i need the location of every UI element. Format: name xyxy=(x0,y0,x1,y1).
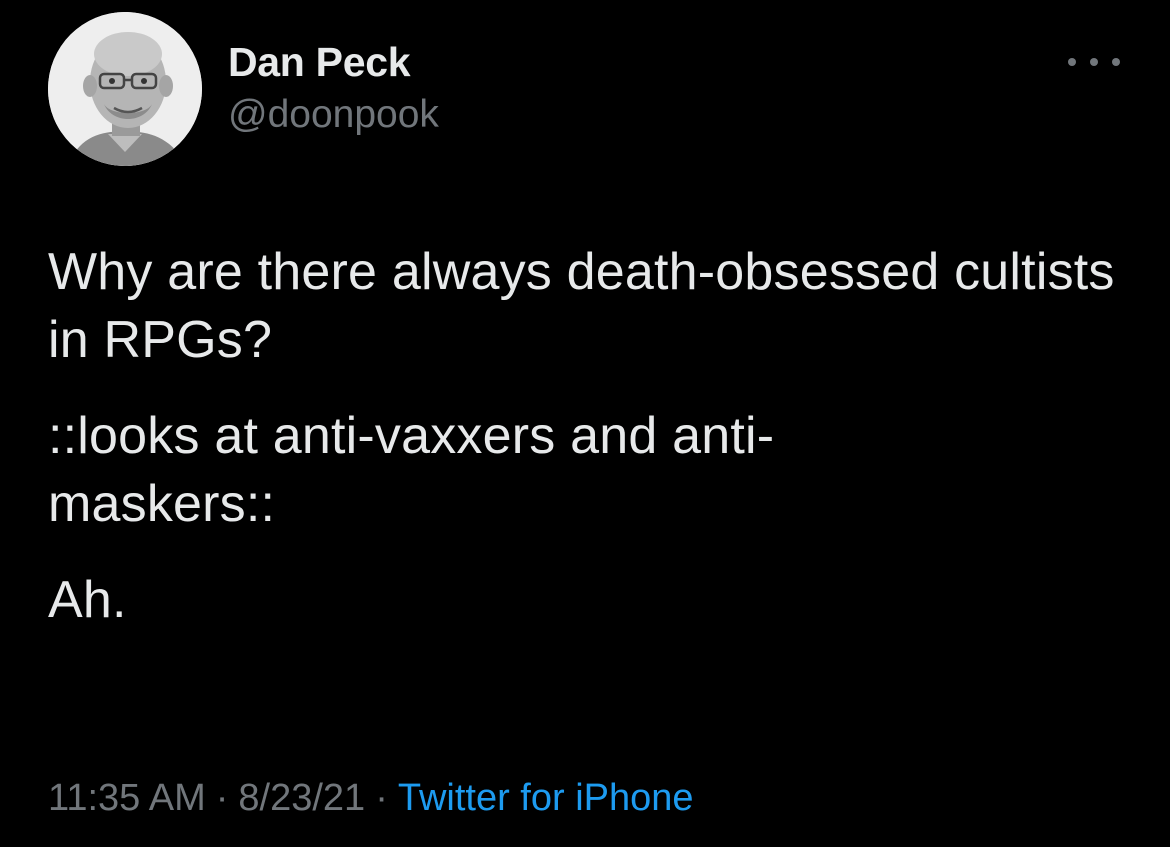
tweet-paragraph: ::looks at anti-vaxxers and anti-maskers… xyxy=(48,407,775,533)
tweet-source-link[interactable]: Twitter for iPhone xyxy=(398,777,694,819)
more-horizontal-icon xyxy=(1112,58,1120,66)
tweet-time[interactable]: 11:35 AM xyxy=(48,777,206,819)
meta-separator: · xyxy=(215,777,229,819)
author-name[interactable]: Dan Peck xyxy=(228,38,411,86)
tweet-card: Dan Peck @doonpook Why are there always … xyxy=(0,0,1170,847)
avatar[interactable] xyxy=(48,12,202,166)
more-horizontal-icon xyxy=(1090,58,1098,66)
tweet-date[interactable]: 8/23/21 xyxy=(238,777,365,819)
more-options-button[interactable] xyxy=(1068,48,1120,76)
tweet-text: Why are there always death-obsessed cult… xyxy=(48,238,1138,634)
author-handle[interactable]: @doonpook xyxy=(228,92,439,138)
meta-separator: · xyxy=(375,777,388,819)
tweet-paragraph: Why are there always death-obsessed cult… xyxy=(48,243,1115,369)
tweet-metadata: 11:35 AM · 8/23/21 · Twitter for iPhone xyxy=(48,774,694,822)
profile-photo-icon xyxy=(48,12,202,166)
tweet-paragraph: Ah. xyxy=(48,571,127,629)
more-horizontal-icon xyxy=(1068,58,1076,66)
